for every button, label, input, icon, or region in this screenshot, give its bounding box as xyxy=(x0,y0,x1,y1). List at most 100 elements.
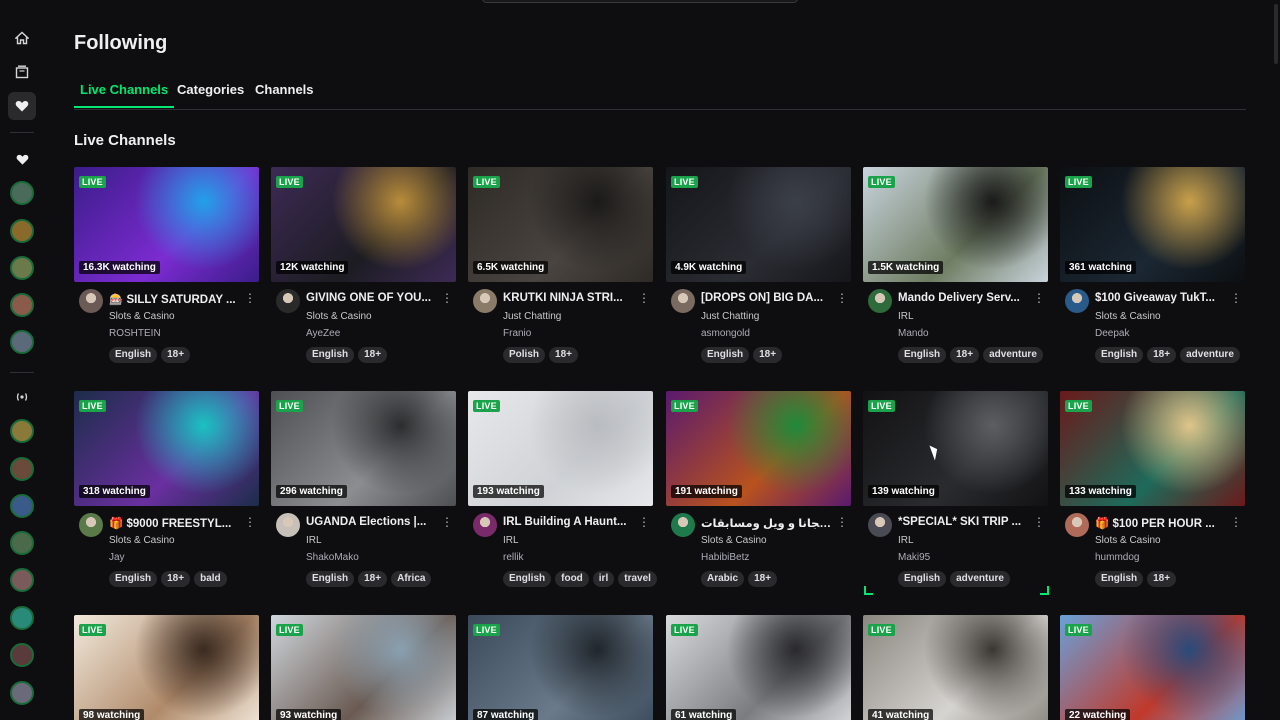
followed-channel-avatar[interactable] xyxy=(10,293,34,317)
more-options-icon[interactable]: ⋮ xyxy=(638,515,650,529)
stream-card[interactable]: LIVE 4.9K watching [DROPS ON] BIG DA... ⋮ Ju… xyxy=(666,167,851,367)
more-options-icon[interactable]: ⋮ xyxy=(1230,515,1242,529)
stream-tag[interactable]: English xyxy=(503,571,552,587)
stream-tag[interactable]: adventure xyxy=(983,347,1043,363)
streamer-name[interactable]: Jay xyxy=(109,552,125,563)
stream-tag[interactable]: 18+ xyxy=(358,571,388,587)
stream-thumbnail[interactable]: LIVE 296 watching xyxy=(271,391,456,506)
streamer-avatar[interactable] xyxy=(868,289,892,313)
stream-tag[interactable]: English xyxy=(1095,347,1144,363)
stream-card[interactable]: LIVE 61 watching xyxy=(666,615,851,720)
more-options-icon[interactable]: ⋮ xyxy=(1230,291,1242,305)
stream-category[interactable]: IRL xyxy=(503,535,519,546)
stream-tag[interactable]: Arabic xyxy=(701,571,745,587)
streamer-avatar[interactable] xyxy=(671,513,695,537)
stream-title[interactable]: KRUTKI NINJA STRI... xyxy=(503,292,635,304)
recommended-channel-avatar[interactable] xyxy=(10,457,34,481)
stream-card[interactable]: LIVE 98 watching xyxy=(74,615,259,720)
streamer-name[interactable]: HabibiBetz xyxy=(701,552,749,563)
recommended-channel-avatar[interactable] xyxy=(10,606,34,630)
stream-card[interactable]: LIVE 22 watching xyxy=(1060,615,1245,720)
streamer-avatar[interactable] xyxy=(276,289,300,313)
streamer-name[interactable]: AyeZee xyxy=(306,328,340,339)
more-options-icon[interactable]: ⋮ xyxy=(1033,291,1045,305)
stream-tag[interactable]: bald xyxy=(194,571,227,587)
stream-category[interactable]: Slots & Casino xyxy=(306,311,372,322)
streamer-avatar[interactable] xyxy=(671,289,695,313)
stream-category[interactable]: Slots & Casino xyxy=(109,535,175,546)
stream-tag[interactable]: 18+ xyxy=(358,347,388,363)
recommended-channel-avatar[interactable] xyxy=(10,681,34,705)
stream-thumbnail[interactable]: LIVE 93 watching xyxy=(271,615,456,720)
stream-tag[interactable]: 18+ xyxy=(161,347,191,363)
stream-card[interactable]: LIVE 139 watching *SPECIAL* SKI TRIP ... ⋮ I… xyxy=(863,391,1048,591)
followed-channel-avatar[interactable] xyxy=(10,181,34,205)
stream-card[interactable]: LIVE 93 watching xyxy=(271,615,456,720)
stream-tag[interactable]: 18+ xyxy=(161,571,191,587)
stream-thumbnail[interactable]: LIVE 4.9K watching xyxy=(666,167,851,282)
stream-title[interactable]: UGANDA Elections |... xyxy=(306,516,438,528)
more-options-icon[interactable]: ⋮ xyxy=(836,515,848,529)
stream-thumbnail[interactable]: LIVE 133 watching xyxy=(1060,391,1245,506)
stream-tag[interactable]: Africa xyxy=(391,571,432,587)
stream-tag[interactable]: 18+ xyxy=(753,347,783,363)
stream-tag[interactable]: 18+ xyxy=(950,347,980,363)
stream-tag[interactable]: 18+ xyxy=(748,571,778,587)
stream-thumbnail[interactable]: LIVE 6.5K watching xyxy=(468,167,653,282)
tab-channels[interactable]: Channels xyxy=(249,82,320,106)
stream-tag[interactable]: English xyxy=(1095,571,1144,587)
more-options-icon[interactable]: ⋮ xyxy=(244,515,256,529)
streamer-avatar[interactable] xyxy=(1065,513,1089,537)
stream-thumbnail[interactable]: LIVE 361 watching xyxy=(1060,167,1245,282)
stream-card[interactable]: LIVE 6.5K watching KRUTKI NINJA STRI... ⋮ Ju… xyxy=(468,167,653,367)
stream-tag[interactable]: English xyxy=(109,571,158,587)
stream-tag[interactable]: irl xyxy=(592,571,615,587)
stream-thumbnail[interactable]: LIVE 41 watching xyxy=(863,615,1048,720)
stream-card[interactable]: LIVE 193 watching IRL Building A Haunt... ⋮… xyxy=(468,391,657,591)
stream-card[interactable]: LIVE 16.3K watching 🎰 SILLY SATURDAY ... ⋮ S… xyxy=(74,167,259,367)
stream-thumbnail[interactable]: LIVE 191 watching xyxy=(666,391,851,506)
stream-title[interactable]: سولت مجانا و ويل ومسابقات ... xyxy=(701,516,833,530)
stream-title[interactable]: 🎁 $9000 FREESTYL... xyxy=(109,516,241,530)
streamer-name[interactable]: asmongold xyxy=(701,328,750,339)
more-options-icon[interactable]: ⋮ xyxy=(441,291,453,305)
stream-tag[interactable]: English xyxy=(306,347,355,363)
more-options-icon[interactable]: ⋮ xyxy=(441,515,453,529)
streamer-avatar[interactable] xyxy=(79,289,103,313)
stream-category[interactable]: IRL xyxy=(898,535,914,546)
more-options-icon[interactable]: ⋮ xyxy=(1033,515,1045,529)
stream-card[interactable]: LIVE 361 watching $100 Giveaway TukT... ⋮ Sl… xyxy=(1060,167,1245,367)
stream-thumbnail[interactable]: LIVE 318 watching xyxy=(74,391,259,506)
stream-category[interactable]: IRL xyxy=(898,311,914,322)
stream-tag[interactable]: adventure xyxy=(950,571,1010,587)
stream-title[interactable]: IRL Building A Haunt... xyxy=(503,516,635,528)
stream-card[interactable]: LIVE 41 watching xyxy=(863,615,1048,720)
stream-card[interactable]: LIVE 133 watching 🎁 $100 PER HOUR ... ⋮ Slot… xyxy=(1060,391,1245,591)
stream-thumbnail[interactable]: LIVE 61 watching xyxy=(666,615,851,720)
stream-tag[interactable]: English xyxy=(898,347,947,363)
stream-card[interactable]: LIVE 191 watching سولت مجانا و ويل ومسابقا… xyxy=(666,391,851,591)
stream-category[interactable]: Just Chatting xyxy=(503,311,561,322)
streamer-name[interactable]: Maki95 xyxy=(898,552,930,563)
stream-title[interactable]: 🎰 SILLY SATURDAY ... xyxy=(109,292,241,306)
stream-category[interactable]: IRL xyxy=(306,535,322,546)
streamer-avatar[interactable] xyxy=(79,513,103,537)
stream-title[interactable]: GIVING ONE OF YOU... xyxy=(306,292,438,304)
stream-tag[interactable]: 18+ xyxy=(1147,571,1177,587)
recommended-channel-avatar[interactable] xyxy=(10,494,34,518)
stream-tag[interactable]: 18+ xyxy=(549,347,578,363)
stream-category[interactable]: Slots & Casino xyxy=(701,535,767,546)
stream-category[interactable]: Slots & Casino xyxy=(1095,311,1161,322)
stream-category[interactable]: Just Chatting xyxy=(701,311,759,322)
stream-tag[interactable]: English xyxy=(306,571,355,587)
page-scrollbar[interactable] xyxy=(1274,4,1278,64)
streamer-name[interactable]: rellik xyxy=(503,552,524,563)
following-heart-icon[interactable] xyxy=(12,96,32,116)
streamer-name[interactable]: Deepak xyxy=(1095,328,1129,339)
recommended-channel-avatar[interactable] xyxy=(10,531,34,555)
stream-title[interactable]: [DROPS ON] BIG DA... xyxy=(701,292,833,304)
search-bar[interactable] xyxy=(482,0,798,3)
stream-thumbnail[interactable]: LIVE 139 watching xyxy=(863,391,1048,506)
recommended-channel-avatar[interactable] xyxy=(10,568,34,592)
followed-channel-avatar[interactable] xyxy=(10,330,34,354)
